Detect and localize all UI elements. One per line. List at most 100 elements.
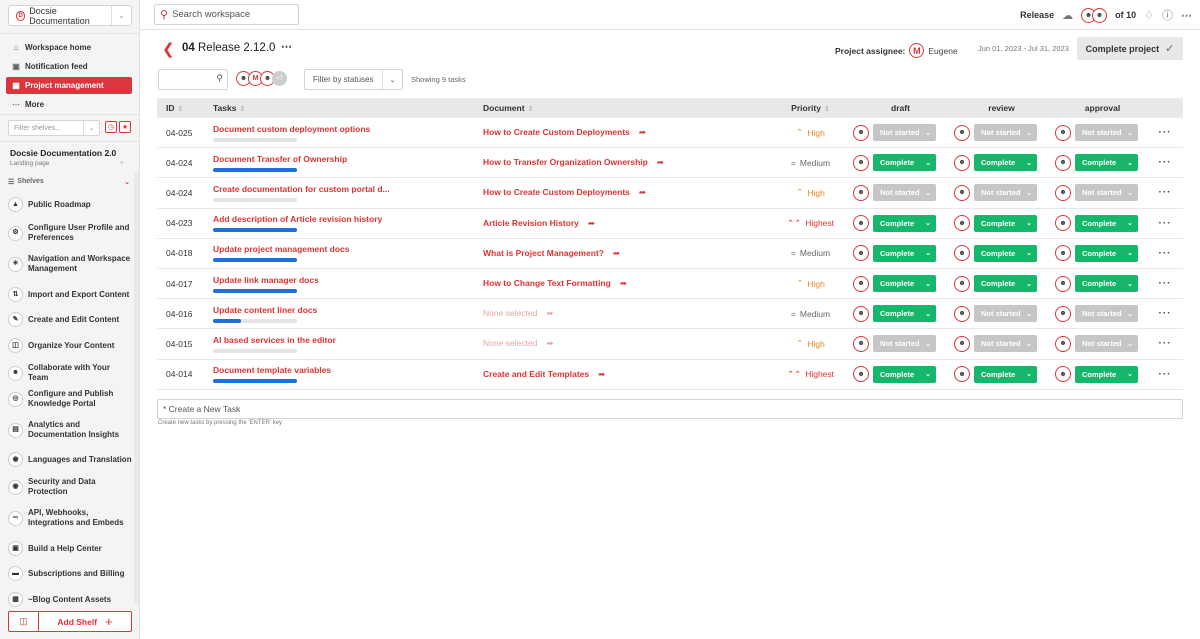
row-more-icon[interactable]: ··· (1147, 338, 1183, 349)
complete-project-button[interactable]: Complete project ✓ (1077, 37, 1183, 60)
table-row[interactable]: 04-024 Create documentation for custom p… (157, 178, 1183, 209)
task-search-input[interactable]: ⚲ (158, 69, 228, 90)
row-more-icon[interactable]: ··· (1147, 308, 1183, 319)
col-id[interactable]: ID ⇕ (157, 103, 213, 113)
row-more-icon[interactable]: ··· (1147, 369, 1183, 380)
document-link[interactable]: How to Create Custom Deployments ➦ (483, 127, 646, 137)
document-link[interactable]: Create and Edit Templates ➦ (483, 369, 605, 379)
approval-status-dropdown[interactable]: Complete ⌄ (1075, 365, 1138, 383)
priority-cell[interactable]: ⌃ High (777, 338, 844, 349)
back-chevron-icon[interactable]: ❮ (162, 40, 175, 58)
draft-assignee-avatar[interactable]: ☻ (853, 215, 869, 232)
col-priority[interactable]: Priority ⇕ (777, 103, 844, 113)
approval-assignee-avatar[interactable]: ☻ (1055, 366, 1071, 383)
workspace-selector[interactable]: D Docsie Documentation ⌄ (8, 5, 132, 26)
review-assignee-avatar[interactable]: ☻ (954, 124, 970, 141)
review-status-dropdown[interactable]: Not started ⌄ (974, 305, 1037, 323)
shelf-public-roadmap[interactable]: ▲ Public Roadmap (8, 197, 132, 212)
collapse-icon[interactable]: « (120, 160, 123, 166)
project-dates[interactable]: Jun 01, 2023 - Jul 31, 2023 (978, 44, 1069, 53)
document-link[interactable]: What is Project Management? ➦ (483, 248, 620, 258)
priority-cell[interactable]: ⌃⌃ Highest (777, 369, 844, 380)
document-link[interactable]: Article Revision History ➦ (483, 218, 595, 228)
more-icon[interactable]: ⋯ (1181, 9, 1192, 22)
row-more-icon[interactable]: ··· (1147, 248, 1183, 259)
document-link[interactable]: None selected ➦ (483, 308, 553, 318)
shelf-configure-user-profile[interactable]: ⚙ Configure User Profile and Preferences (8, 223, 132, 243)
draft-assignee-avatar[interactable]: ☻ (853, 184, 869, 201)
draft-status-dropdown[interactable]: Complete ⌄ (873, 365, 936, 383)
document-link[interactable]: How to Create Custom Deployments ➦ (483, 187, 646, 197)
draft-status-dropdown[interactable]: Complete ⌄ (873, 244, 936, 262)
approval-status-dropdown[interactable]: Not started ⌄ (1075, 124, 1138, 142)
share-arrow-icon[interactable]: ➦ (546, 308, 553, 318)
table-row[interactable]: 04-015 AI based services in the editor N… (157, 329, 1183, 360)
status-filter-select[interactable]: Filter by statuses ⌄ (304, 69, 403, 90)
task-name-link[interactable]: Create documentation for custom portal d… (213, 184, 393, 194)
table-row[interactable]: 04-017 Update link manager docs How to C… (157, 269, 1183, 300)
draft-assignee-avatar[interactable]: ☻ (853, 366, 869, 383)
draft-status-dropdown[interactable]: Not started ⌄ (873, 335, 936, 353)
review-status-dropdown[interactable]: Complete ⌄ (974, 275, 1037, 293)
share-arrow-icon[interactable]: ➦ (657, 157, 664, 167)
review-status-dropdown[interactable]: Complete ⌄ (974, 244, 1037, 262)
review-status-dropdown[interactable]: Not started ⌄ (974, 184, 1037, 202)
sidebar-scrollbar[interactable] (134, 172, 139, 604)
table-row[interactable]: 04-025 Document custom deployment option… (157, 118, 1183, 149)
priority-cell[interactable]: = Medium (777, 158, 844, 168)
approval-assignee-avatar[interactable]: ☻ (1055, 184, 1071, 201)
task-name-link[interactable]: Update project management docs (213, 244, 393, 254)
task-name-link[interactable]: Document template variables (213, 365, 393, 375)
draft-status-dropdown[interactable]: Complete ⌄ (873, 275, 936, 293)
share-arrow-icon[interactable]: ➦ (598, 369, 605, 379)
review-assignee-avatar[interactable]: ☻ (954, 275, 970, 292)
clock-icon[interactable]: ◷ (105, 121, 117, 133)
document-link[interactable]: How to Change Text Formatting ➦ (483, 278, 627, 288)
priority-cell[interactable]: = Medium (777, 248, 844, 258)
draft-status-dropdown[interactable]: Complete ⌄ (873, 305, 936, 323)
approval-assignee-avatar[interactable]: ☻ (1055, 124, 1071, 141)
priority-cell[interactable]: ⌃ High (777, 127, 844, 138)
shelf-languages[interactable]: ◉ Languages and Translation (8, 452, 132, 467)
task-name-link[interactable]: Document Transfer of Ownership (213, 154, 393, 164)
share-arrow-icon[interactable]: ➦ (613, 248, 620, 258)
review-status-dropdown[interactable]: Complete ⌄ (974, 365, 1037, 383)
review-status-dropdown[interactable]: Not started ⌄ (974, 124, 1037, 142)
draft-status-dropdown[interactable]: Complete ⌄ (873, 154, 936, 172)
review-assignee-avatar[interactable]: ☻ (954, 366, 970, 383)
approval-assignee-avatar[interactable]: ☻ (1055, 154, 1071, 171)
approval-status-dropdown[interactable]: Complete ⌄ (1075, 244, 1138, 262)
add-shelf-button[interactable]: Add Shelf + (39, 612, 131, 631)
task-name-link[interactable]: Update content liner docs (213, 305, 393, 315)
shelf-security[interactable]: ◉ Security and Data Protection (8, 477, 132, 497)
review-assignee-avatar[interactable]: ☻ (954, 154, 970, 171)
approval-status-dropdown[interactable]: Complete ⌄ (1075, 275, 1138, 293)
filter-shelves-input[interactable]: Filter shelves... ⌄ (8, 120, 100, 136)
nav-workspace-home[interactable]: ⌂ Workspace home (6, 39, 132, 56)
col-tasks[interactable]: Tasks ⇕ (213, 103, 483, 113)
approval-assignee-avatar[interactable]: ☻ (1055, 245, 1071, 262)
priority-cell[interactable]: ⌃ High (777, 187, 844, 198)
draft-status-dropdown[interactable]: Not started ⌄ (873, 184, 936, 202)
draft-status-dropdown[interactable]: Not started ⌄ (873, 124, 936, 142)
row-more-icon[interactable]: ··· (1147, 127, 1183, 138)
draft-assignee-avatar[interactable]: ☻ (853, 305, 869, 322)
approval-status-dropdown[interactable]: Not started ⌄ (1075, 335, 1138, 353)
review-status-dropdown[interactable]: Not started ⌄ (974, 335, 1037, 353)
shelf-import-export[interactable]: ⇅ Import and Export Content (8, 287, 132, 302)
nav-notification-feed[interactable]: ▣ Notification feed (6, 58, 132, 75)
table-row[interactable]: 04-018 Update project management docs Wh… (157, 239, 1183, 269)
table-row[interactable]: 04-014 Document template variables Creat… (157, 360, 1183, 390)
draft-assignee-avatar[interactable]: ☻ (853, 245, 869, 262)
review-assignee-avatar[interactable]: ☻ (954, 215, 970, 232)
draft-assignee-avatar[interactable]: ☻ (853, 335, 869, 352)
release-more-icon[interactable]: ⋯ (281, 40, 292, 53)
documentation-title[interactable]: Docsie Documentation 2.0 (10, 148, 116, 158)
review-assignee-avatar[interactable]: ☻ (954, 245, 970, 262)
cloud-upload-icon[interactable]: ☁ (1062, 9, 1073, 22)
project-assignee[interactable]: Project assignee: M Eugene (835, 43, 958, 58)
review-assignee-avatar[interactable]: ☻ (954, 335, 970, 352)
nav-more[interactable]: ⋯ More (6, 96, 132, 113)
priority-cell[interactable]: ⌃ High (777, 278, 844, 289)
col-document[interactable]: Document ⇕ (483, 103, 777, 113)
